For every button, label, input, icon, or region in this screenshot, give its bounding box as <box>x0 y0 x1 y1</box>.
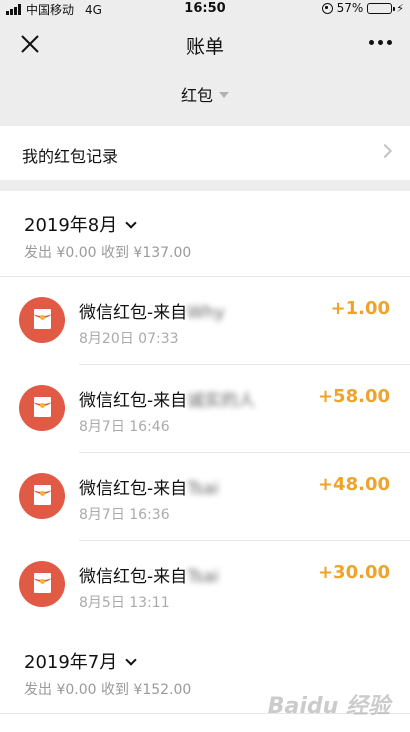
records-label: 我的红包记录 <box>22 147 119 166</box>
red-envelope-icon <box>34 485 51 505</box>
battery-percent: 57% <box>336 1 364 15</box>
chevron-right-icon <box>377 143 393 159</box>
transaction-title: 微信红包-来自Tsai <box>79 567 219 587</box>
transaction-title: 微信红包-来自诚实的人 <box>79 391 256 411</box>
transaction-time: 8月7日 16:46 <box>79 419 170 435</box>
transaction-row[interactable]: 微信红包-来自诚实的人 8月7日 16:46 +58.00 <box>0 365 410 453</box>
sender-name: Tsai <box>187 479 219 499</box>
transaction-amount: +48.00 <box>317 474 390 495</box>
sender-name: Tsai <box>187 567 219 587</box>
red-envelope-icon <box>34 397 51 417</box>
sender-name: 诚实的人 <box>187 391 256 411</box>
nav-bar: 账单 <box>0 18 410 70</box>
transaction-row[interactable]: 微信红包-来自Why 8月20日 07:33 +1.00 <box>0 277 410 365</box>
month-selector[interactable]: 2019年8月 <box>24 211 137 237</box>
transaction-amount: +30.00 <box>317 562 390 583</box>
transaction-time: 8月7日 16:36 <box>79 507 170 523</box>
status-right: 57% ⚡ <box>321 1 404 15</box>
type-filter-dropdown[interactable]: 红包 <box>0 82 410 110</box>
chevron-down-icon <box>125 654 137 666</box>
baidu-watermark: Baidu 经验 <box>267 694 390 719</box>
red-packet-avatar <box>19 297 65 343</box>
month-title: 2019年8月 <box>24 215 118 236</box>
charging-icon: ⚡ <box>396 1 404 15</box>
transaction-title: 微信红包-来自Why <box>79 303 225 323</box>
month-section-august: 2019年8月 发出 ¥0.00 收到 ¥137.00 微信红包-来自Why 8… <box>0 191 410 629</box>
sender-name: Why <box>187 303 225 323</box>
red-packet-avatar <box>19 473 65 519</box>
transaction-amount: +1.00 <box>330 298 391 319</box>
transaction-time: 8月20日 07:33 <box>79 331 179 347</box>
month-summary: 发出 ¥0.00 收到 ¥137.00 <box>24 245 192 261</box>
page-title: 账单 <box>185 36 224 58</box>
month-selector[interactable]: 2019年7月 <box>24 648 137 674</box>
red-packet-records-link[interactable]: 我的红包记录 <box>0 126 410 180</box>
transaction-time: 8月5日 13:11 <box>79 595 170 611</box>
transaction-title: 微信红包-来自Tsai <box>79 479 219 499</box>
status-bar: 中国移动 4G 16:50 57% ⚡ <box>0 0 410 18</box>
transaction-amount: +58.00 <box>317 386 390 407</box>
red-envelope-icon <box>34 309 51 329</box>
month-header: 2019年8月 发出 ¥0.00 收到 ¥137.00 <box>0 191 410 277</box>
red-envelope-icon <box>34 573 51 593</box>
red-packet-avatar <box>19 385 65 431</box>
month-summary: 发出 ¥0.00 收到 ¥152.00 <box>24 682 192 698</box>
filter-label: 红包 <box>180 86 213 105</box>
red-packet-avatar <box>19 561 65 607</box>
chevron-down-icon <box>125 217 137 229</box>
month-title: 2019年7月 <box>24 652 118 673</box>
orientation-lock-icon <box>321 2 333 14</box>
battery-icon <box>367 2 396 14</box>
more-icon[interactable] <box>369 40 392 45</box>
transaction-row[interactable]: 微信红包-来自Tsai 8月5日 13:11 +30.00 <box>0 541 410 629</box>
transaction-row[interactable]: 微信红包-来自Tsai 8月7日 16:36 +48.00 <box>0 453 410 541</box>
caret-down-icon <box>219 91 229 98</box>
